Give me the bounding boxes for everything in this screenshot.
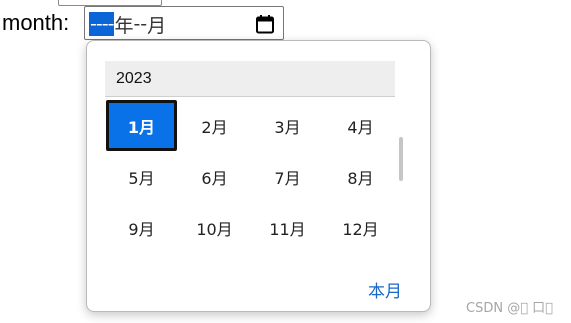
month-input-text[interactable]: ---- 年 -- 月 — [89, 12, 167, 37]
watermark: CSDN @  口  — [466, 301, 553, 316]
month-cell[interactable]: 8月 — [324, 151, 397, 202]
this-month-button[interactable]: 本月 — [368, 277, 402, 302]
month-cell[interactable]: 10月 — [178, 202, 251, 253]
month-cell[interactable]: 3月 — [251, 100, 324, 151]
month-label: month: — [2, 10, 70, 35]
year-suffix: 年 — [114, 14, 134, 37]
year-segment[interactable]: ---- — [89, 12, 114, 36]
month-cell[interactable]: 11月 — [251, 202, 324, 253]
calendar-icon[interactable] — [255, 14, 275, 34]
page: month: ---- 年 -- 月 2023 1月 2月 3月 4月 5月 6月 7月 8月 9月 1… — [0, 0, 571, 323]
month-grid: 1月 2月 3月 4月 5月 6月 7月 8月 9月 10月 11月 12月 — [105, 100, 397, 253]
scrollbar[interactable] — [399, 137, 403, 181]
month-cell[interactable]: 6月 — [178, 151, 251, 202]
month-cell[interactable]: 5月 — [105, 151, 178, 202]
month-cell[interactable]: 7月 — [251, 151, 324, 202]
month-cell[interactable]: 2月 — [178, 100, 251, 151]
month-cell[interactable]: 4月 — [324, 100, 397, 151]
month-segment[interactable]: -- — [133, 13, 147, 35]
month-cell[interactable]: 12月 — [324, 202, 397, 253]
month-suffix: 月 — [147, 14, 167, 37]
year-header[interactable]: 2023 — [105, 61, 395, 97]
month-input[interactable]: ---- 年 -- 月 — [84, 6, 284, 40]
month-picker-popup: 2023 1月 2月 3月 4月 5月 6月 7月 8月 9月 10月 11月 12月 本月 — [86, 40, 431, 312]
month-cell[interactable]: 1月 — [106, 100, 177, 151]
month-cell[interactable]: 9月 — [105, 202, 178, 253]
